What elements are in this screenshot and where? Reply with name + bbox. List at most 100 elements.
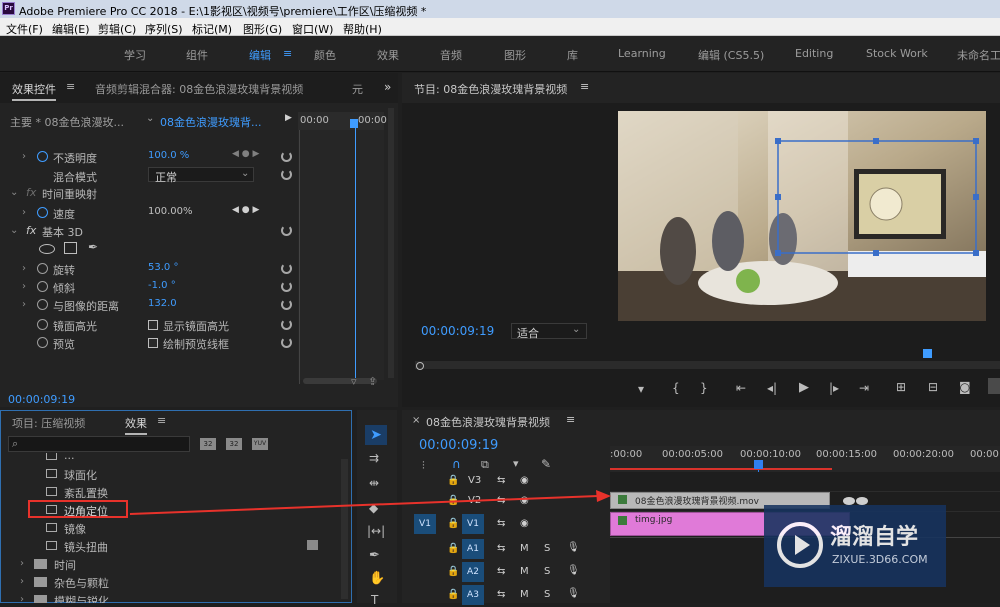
lock-icon[interactable]: 🔒 xyxy=(447,495,459,506)
tab-menu-icon[interactable]: ≡ xyxy=(66,80,75,93)
tab-effects[interactable]: 效果 xyxy=(125,415,147,435)
filter-icon[interactable]: ▿ xyxy=(351,375,357,388)
workspace-editing-en[interactable]: Editing xyxy=(795,47,833,60)
solo-button[interactable]: S xyxy=(544,589,550,600)
workspace-learn[interactable]: 学习 xyxy=(124,47,146,63)
program-menu-icon[interactable]: ≡ xyxy=(580,80,589,93)
track-name-a1[interactable]: A1 xyxy=(462,539,484,559)
workspace-editing-cs55[interactable]: 编辑 (CS5.5) xyxy=(698,47,764,63)
track-name-a2[interactable]: A2 xyxy=(462,562,484,582)
tab-effect-controls[interactable]: 效果控件 xyxy=(12,81,56,101)
workspace-libraries[interactable]: 库 xyxy=(567,47,578,63)
effect-folder[interactable]: › 时间 xyxy=(1,555,301,573)
sync-lock-icon[interactable]: ⇆ xyxy=(497,518,505,529)
reset-icon[interactable] xyxy=(281,281,292,292)
timeline-title[interactable]: 08金色浪漫玫瑰背景视频 xyxy=(426,414,550,430)
workspace-color[interactable]: 颜色 xyxy=(314,47,336,63)
workspace-graphics[interactable]: 图形 xyxy=(504,47,526,63)
solo-button[interactable]: S xyxy=(544,566,550,577)
distance-value[interactable]: 132.0 xyxy=(148,298,177,309)
sync-lock-icon[interactable]: ⇆ xyxy=(497,475,505,486)
stopwatch-icon[interactable] xyxy=(37,281,48,292)
program-timecode[interactable]: 00:00:09:19 xyxy=(421,324,494,338)
effect-item[interactable]: 镜像 xyxy=(1,519,301,537)
track-name[interactable]: V2 xyxy=(468,495,481,506)
yuv-effects-icon[interactable]: YUV xyxy=(252,438,268,450)
effect-item[interactable]: 紊乱置换 xyxy=(1,483,301,501)
reset-icon[interactable] xyxy=(281,299,292,310)
transition-marker[interactable] xyxy=(856,497,868,505)
lock-icon[interactable]: 🔒 xyxy=(447,518,459,529)
lift-icon[interactable]: ⊞ xyxy=(896,380,906,394)
lock-icon[interactable]: 🔒 xyxy=(447,566,459,577)
keyframe-nav-icon[interactable]: ◀ ● ▶ xyxy=(232,205,259,215)
effect-item[interactable]: 球面化 xyxy=(1,465,301,483)
wrench-icon[interactable]: ✎ xyxy=(541,457,551,471)
accelerated-effects-icon[interactable]: 32 xyxy=(200,438,216,450)
workspace-effects[interactable]: 效果 xyxy=(377,47,399,63)
lock-icon[interactable]: 🔒 xyxy=(447,589,459,600)
mute-button[interactable]: M xyxy=(520,566,529,577)
microphone-icon[interactable]: 🎙 xyxy=(567,588,580,599)
marker-icon[interactable]: ▾ xyxy=(513,457,519,470)
timeline-menu-icon[interactable]: ≡ xyxy=(566,413,575,426)
effect-zoom-scrollbar[interactable] xyxy=(303,378,377,384)
tab-metadata[interactable]: 元 xyxy=(352,81,363,97)
clip-dropdown-arrow-icon[interactable]: ⌄ xyxy=(146,113,154,124)
menu-sequence[interactable]: 序列(S) xyxy=(145,21,183,37)
workspace-learning-en[interactable]: Learning xyxy=(618,47,666,60)
workspace-stock-work[interactable]: Stock Work xyxy=(866,47,928,60)
blend-mode-select[interactable]: 正常 ⌄ xyxy=(148,167,254,184)
track-name-v1[interactable]: V1 xyxy=(462,514,484,534)
32bit-effects-icon[interactable]: 32 xyxy=(226,438,242,450)
button-editor-icon[interactable] xyxy=(988,378,1000,394)
reset-icon[interactable] xyxy=(281,319,292,330)
reset-icon[interactable] xyxy=(281,169,292,180)
mute-button[interactable]: M xyxy=(520,543,529,554)
menu-file[interactable]: 文件(F) xyxy=(6,21,43,37)
menu-edit[interactable]: 编辑(E) xyxy=(52,21,90,37)
hand-tool-icon[interactable]: ✋ xyxy=(369,571,385,586)
pen-mask-icon[interactable]: ✒ xyxy=(88,240,98,254)
step-back-icon[interactable]: ◂| xyxy=(767,381,777,395)
effect-timeline-ruler[interactable]: 00:00 00:00 xyxy=(298,112,387,130)
specular-checkbox[interactable] xyxy=(148,320,158,330)
extract-icon[interactable]: ⊟ xyxy=(928,380,938,394)
play-clip-icon[interactable]: ▶ xyxy=(285,113,292,123)
add-marker-icon[interactable]: ▾ xyxy=(638,382,644,396)
snap-icon[interactable]: ∩ xyxy=(452,457,461,471)
eye-icon[interactable]: ◉ xyxy=(520,475,529,486)
sync-lock-icon[interactable]: ⇆ xyxy=(497,589,505,600)
mute-button[interactable]: M xyxy=(520,589,529,600)
expand-chevron-icon[interactable]: › xyxy=(22,263,26,274)
effects-search-input[interactable]: ⌕ xyxy=(8,436,190,452)
stopwatch-icon[interactable] xyxy=(37,207,48,218)
scrubber-start-handle[interactable] xyxy=(416,362,424,370)
microphone-icon[interactable]: 🎙 xyxy=(567,542,580,553)
keyframe-nav-icon[interactable]: ◀ ● ▶ xyxy=(232,149,259,159)
effect-playhead-handle[interactable] xyxy=(350,119,358,128)
menu-window[interactable]: 窗口(W) xyxy=(292,21,333,37)
menu-clip[interactable]: 剪辑(C) xyxy=(98,21,136,37)
expand-chevron-icon[interactable]: › xyxy=(22,151,26,162)
solo-button[interactable]: S xyxy=(544,543,550,554)
stopwatch-icon[interactable] xyxy=(37,319,48,330)
effect-item[interactable]: 镜头扭曲 xyxy=(1,537,318,555)
effect-timecode[interactable]: 00:00:09:19 xyxy=(8,393,75,406)
reset-icon[interactable] xyxy=(281,225,292,236)
sync-lock-icon[interactable]: ⇆ xyxy=(497,495,505,506)
eye-icon[interactable]: ◉ xyxy=(520,495,529,506)
effects-menu-icon[interactable]: ≡ xyxy=(157,414,166,427)
opacity-value[interactable]: 100.0 % xyxy=(148,150,189,161)
lock-icon[interactable]: 🔒 xyxy=(447,475,459,486)
menu-marker[interactable]: 标记(M) xyxy=(192,21,232,37)
track-select-tool-icon[interactable]: ⇉ xyxy=(369,451,379,465)
effect-folder[interactable]: › 模糊与锐化 xyxy=(1,591,301,603)
microphone-icon[interactable]: 🎙 xyxy=(567,565,580,576)
collapse-chevron-icon[interactable]: ⌄ xyxy=(10,225,18,236)
workspace-menu-icon[interactable]: ≡ xyxy=(283,47,292,60)
workspace-editing[interactable]: 编辑 xyxy=(249,47,271,63)
rectangle-mask-icon[interactable] xyxy=(64,242,77,254)
tab-project[interactable]: 项目: 压缩视频 xyxy=(12,415,85,431)
effect-folder[interactable]: › 杂色与颗粒 xyxy=(1,573,301,591)
